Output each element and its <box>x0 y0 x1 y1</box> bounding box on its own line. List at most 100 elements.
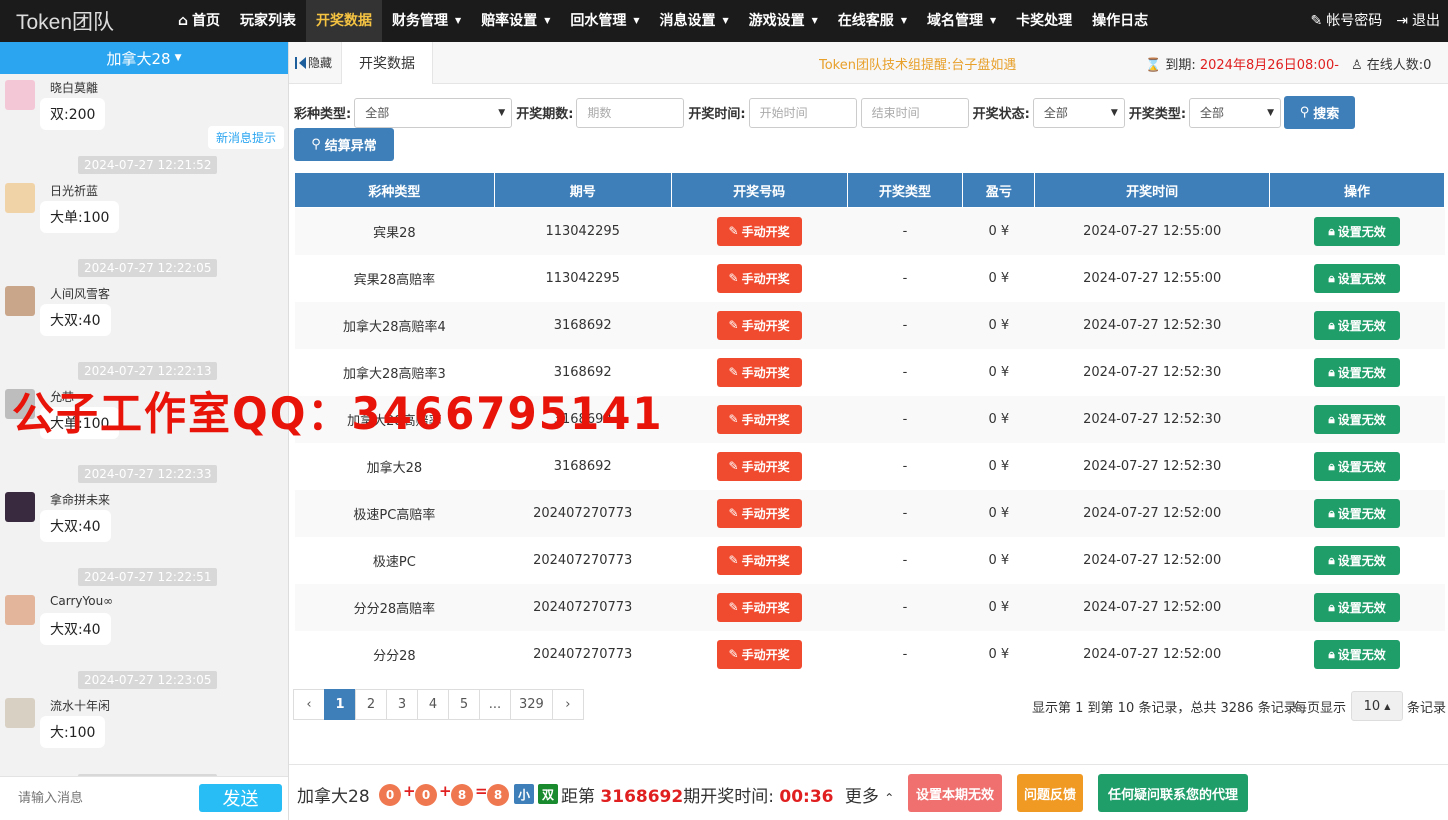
cell-draw-type: - <box>847 630 963 678</box>
start-time-input[interactable]: 开始时间 <box>748 97 857 128</box>
nav-item-4[interactable]: 赔率设置 ▼ <box>471 0 560 42</box>
table-row: 宾果28高赔率 113042295 ✎ 手动开奖 -0 ¥2024-07-27 12:5… <box>294 254 1445 302</box>
manual-draw-label: 手动开奖 <box>741 224 790 239</box>
set-invalid-row-button[interactable]: 🔒︎ 设置无效 <box>1314 545 1401 575</box>
manual-draw-button[interactable]: ✎ 手动开奖 <box>716 592 802 622</box>
cell-draw-number: ✎ 手动开奖 <box>671 301 848 349</box>
page-button[interactable]: 1 <box>324 689 356 720</box>
cell-profit: 0 ¥ <box>962 395 1035 443</box>
issue-input[interactable]: 期数 <box>576 97 685 128</box>
nav-item-5[interactable]: 回水管理 ▼ <box>560 0 649 42</box>
next-page-button[interactable]: › <box>551 689 584 720</box>
page-button[interactable]: 4 <box>417 689 449 720</box>
nav-item-7[interactable]: 游戏设置 ▼ <box>739 0 828 42</box>
page-button[interactable]: 5 <box>448 689 480 720</box>
set-invalid-row-button[interactable]: 🔒︎ 设置无效 <box>1314 357 1401 387</box>
lottery-selector[interactable]: 加拿大28 ▼ <box>0 42 288 74</box>
set-invalid-row-button[interactable]: 🔒︎ 设置无效 <box>1314 639 1401 669</box>
status-select[interactable]: 全部 ▼ <box>1032 97 1125 128</box>
message-bubble: 大:100 <box>40 716 106 748</box>
set-invalid-row-button[interactable]: 🔒︎ 设置无效 <box>1314 592 1401 622</box>
manual-draw-button[interactable]: ✎ 手动开奖 <box>716 404 802 434</box>
manual-draw-button[interactable]: ✎ 手动开奖 <box>716 216 802 246</box>
cell-profit: 0 ¥ <box>962 301 1035 349</box>
manual-draw-button[interactable]: ✎ 手动开奖 <box>716 451 802 481</box>
column-header[interactable]: 开奖类型 <box>846 172 964 208</box>
hide-sidebar-button[interactable]: 隐藏 <box>295 54 332 71</box>
cell-profit: 0 ¥ <box>962 489 1035 537</box>
nav-item-2[interactable]: 开奖数据 <box>306 0 383 42</box>
cell-profit: 0 ¥ <box>962 630 1035 678</box>
column-header[interactable]: 彩种类型 <box>294 172 495 208</box>
nav-item-11[interactable]: 操作日志 <box>1082 0 1158 42</box>
page-button[interactable]: 3 <box>386 689 418 720</box>
message-username: 流水十年闲 <box>50 699 111 713</box>
nav-item-8[interactable]: 在线客服 ▼ <box>828 0 917 42</box>
column-header[interactable]: 操作 <box>1269 172 1445 208</box>
page-button[interactable]: ... <box>479 689 511 720</box>
nav-item-6[interactable]: 消息设置 ▼ <box>650 0 739 42</box>
lottery-type-value: 全部 <box>365 106 390 120</box>
logout-link[interactable]: ⇥ 退出 <box>1396 0 1440 42</box>
new-message-hint[interactable]: 新消息提示 <box>207 126 284 149</box>
parity-tag: 双 <box>538 784 558 804</box>
set-invalid-row-button[interactable]: 🔒︎ 设置无效 <box>1314 404 1401 434</box>
table-row: 加拿大28高赔率4 3168692 ✎ 手动开奖 -0 ¥2024-07-27 12:5… <box>294 301 1445 349</box>
lottery-type-select[interactable]: 全部 ▼ <box>354 97 513 128</box>
set-invalid-label: 设置无效 <box>1337 412 1386 427</box>
nav-item-3[interactable]: 财务管理 ▼ <box>382 0 471 42</box>
per-page-select[interactable]: 10 ▲ <box>1351 691 1403 721</box>
column-header[interactable]: 开奖号码 <box>670 172 848 208</box>
contact-agent-button[interactable]: 任何疑问联系您的代理 <box>1098 774 1248 812</box>
column-header[interactable]: 盈亏 <box>962 172 1036 208</box>
user-icon: ♙ <box>1351 58 1363 73</box>
feedback-button[interactable]: 问题反馈 <box>1017 774 1083 812</box>
avatar <box>5 595 35 625</box>
search-button[interactable]: ⚲ 搜索 <box>1284 96 1356 129</box>
brand-logo[interactable]: Token团队 <box>0 6 168 36</box>
set-invalid-row-button[interactable]: 🔒︎ 设置无效 <box>1314 310 1401 340</box>
set-invalid-row-button[interactable]: 🔒︎ 设置无效 <box>1314 263 1401 293</box>
nav-item-9[interactable]: 域名管理 ▼ <box>917 0 1006 42</box>
caret-down-icon: ▼ <box>811 16 818 25</box>
cell-draw-time: 2024-07-27 12:52:00 <box>1034 489 1270 537</box>
chat-message-input[interactable] <box>0 778 196 819</box>
manual-draw-button[interactable]: ✎ 手动开奖 <box>716 498 802 528</box>
column-header[interactable]: 期号 <box>493 172 672 208</box>
nav-item-0[interactable]: ⌂ 首页 <box>168 0 230 42</box>
prev-page-button[interactable]: ‹ <box>293 689 325 720</box>
set-invalid-row-button[interactable]: 🔒︎ 设置无效 <box>1314 216 1401 246</box>
message-bubble: 大双:40 <box>40 304 111 336</box>
manual-draw-button[interactable]: ✎ 手动开奖 <box>716 545 802 575</box>
set-invalid-button[interactable]: 设置本期无效 <box>908 774 1002 812</box>
notice-marquee: Token团队技术组提醒:台子盘如遇 <box>819 58 1017 73</box>
table-row: 极速PC 202407270773 ✎ 手动开奖 -0 ¥2024-07-27 12:5… <box>294 536 1445 584</box>
draw-type-select[interactable]: 全部 ▼ <box>1189 97 1282 128</box>
nav-item-10[interactable]: 卡奖处理 <box>1006 0 1082 42</box>
caret-up-icon: ▲ <box>1384 701 1391 711</box>
manual-draw-button[interactable]: ✎ 手动开奖 <box>716 310 802 340</box>
nav-item-1[interactable]: 玩家列表 <box>230 0 306 42</box>
manual-draw-button[interactable]: ✎ 手动开奖 <box>716 263 802 293</box>
set-invalid-label: 设置无效 <box>1337 600 1386 615</box>
more-link[interactable]: 更多 ⌃ <box>845 787 894 807</box>
lock-icon: 🔒︎ <box>1328 599 1335 614</box>
manual-draw-button[interactable]: ✎ 手动开奖 <box>716 357 802 387</box>
set-invalid-row-button[interactable]: 🔒︎ 设置无效 <box>1314 498 1401 528</box>
cell-actions: 🔒︎ 设置无效 <box>1269 348 1445 396</box>
cell-issue: 202407270773 <box>494 536 672 584</box>
page-button[interactable]: 329 <box>510 689 553 720</box>
settle-abnormal-button[interactable]: ⚲ 结算异常 <box>294 128 394 161</box>
end-time-input[interactable]: 结束时间 <box>860 97 969 128</box>
account-password-link[interactable]: ✎ 帐号密码 <box>1311 0 1383 42</box>
set-invalid-row-button[interactable]: 🔒︎ 设置无效 <box>1314 451 1401 481</box>
tab-draw-data[interactable]: 开奖数据 <box>341 42 433 84</box>
cell-draw-type: - <box>847 395 963 443</box>
cell-lottery-type: 宾果28 <box>294 207 495 255</box>
cell-profit: 0 ¥ <box>962 442 1035 490</box>
column-header[interactable]: 开奖时间 <box>1034 172 1271 208</box>
manual-draw-button[interactable]: ✎ 手动开奖 <box>716 639 802 669</box>
cell-draw-time: 2024-07-27 12:52:00 <box>1034 536 1270 584</box>
send-button[interactable]: 发送 <box>199 784 282 812</box>
page-button[interactable]: 2 <box>355 689 387 720</box>
